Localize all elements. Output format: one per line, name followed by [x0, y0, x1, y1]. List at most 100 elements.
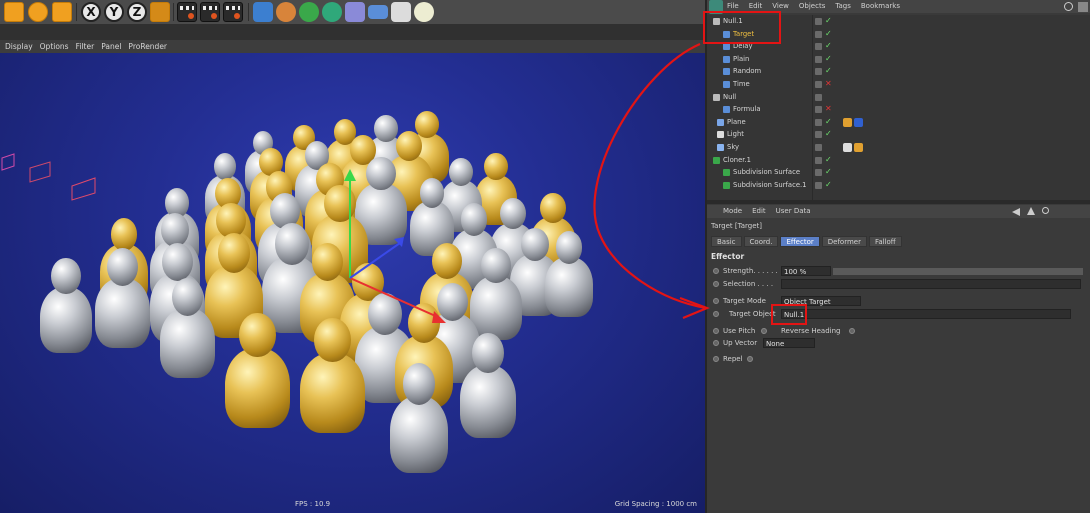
object-row[interactable]: Plane ✓: [707, 116, 1090, 129]
disabled-cross-icon[interactable]: ✕: [825, 78, 832, 91]
enabled-check-icon[interactable]: ✓: [825, 116, 832, 129]
up-vector-dropdown[interactable]: None: [763, 338, 815, 348]
object-name[interactable]: Plain: [733, 53, 749, 66]
enabled-check-icon[interactable]: ✓: [825, 166, 832, 179]
rotate-tool-icon[interactable]: [28, 2, 48, 22]
enabled-check-icon[interactable]: ✓: [825, 179, 832, 192]
enabled-check-icon[interactable]: ✓: [825, 40, 832, 53]
om-menu-bookmarks[interactable]: Bookmarks: [861, 0, 900, 13]
panel-divider[interactable]: [707, 200, 1090, 204]
y-axis-lock-button[interactable]: Y: [104, 2, 124, 22]
tab-effector[interactable]: Effector: [780, 236, 820, 247]
enabled-check-icon[interactable]: ✓: [825, 28, 832, 41]
om-menu-objects[interactable]: Objects: [799, 0, 825, 13]
deformer-icon[interactable]: [345, 2, 365, 22]
material-tag-icon[interactable]: [843, 117, 852, 127]
am-menu-edit[interactable]: Edit: [752, 205, 766, 218]
am-menu-mode[interactable]: Mode: [723, 205, 742, 218]
strength-keyframe-dot[interactable]: [713, 268, 719, 274]
viewport-menu-filter[interactable]: Filter: [76, 40, 95, 53]
light-icon[interactable]: [414, 2, 434, 22]
viewport-menu-options[interactable]: Options: [40, 40, 69, 53]
object-row[interactable]: Plain ✓: [707, 53, 1090, 66]
object-row[interactable]: Subdivision Surface ✓: [707, 166, 1090, 179]
visibility-dots-icon[interactable]: [815, 43, 822, 51]
z-axis-lock-button[interactable]: Z: [127, 2, 147, 22]
object-row[interactable]: Null: [707, 91, 1090, 104]
object-row[interactable]: Light ✓: [707, 128, 1090, 141]
visibility-dots-icon[interactable]: [815, 118, 822, 126]
enabled-check-icon[interactable]: ✓: [825, 154, 832, 167]
pen-spline-icon[interactable]: [276, 2, 296, 22]
visibility-dots-icon[interactable]: [815, 181, 822, 189]
visibility-dots-icon[interactable]: [815, 144, 822, 151]
scale-tool-icon[interactable]: [52, 2, 72, 22]
subdivision-surface-icon[interactable]: [299, 2, 319, 22]
object-name[interactable]: Plane: [727, 116, 746, 129]
render-view-icon[interactable]: [177, 2, 197, 22]
object-name[interactable]: Sky: [727, 141, 739, 154]
tab-basic[interactable]: Basic: [711, 236, 742, 247]
enabled-check-icon[interactable]: ✓: [825, 15, 832, 28]
up-vector-keyframe-dot[interactable]: [713, 340, 719, 346]
search-icon[interactable]: [1064, 2, 1073, 11]
enabled-check-icon[interactable]: ✓: [825, 65, 832, 78]
transform-gizmo[interactable]: [270, 153, 470, 373]
lock-icon[interactable]: [1078, 2, 1088, 12]
selection-field[interactable]: [781, 279, 1081, 289]
tab-coord[interactable]: Coord.: [743, 236, 779, 247]
object-row[interactable]: Formula ✕: [707, 103, 1090, 116]
strength-field[interactable]: 100 %: [781, 266, 831, 276]
visibility-dots-icon[interactable]: [815, 30, 822, 38]
om-menu-tags[interactable]: Tags: [835, 0, 851, 13]
object-name[interactable]: Light: [727, 128, 744, 141]
coordinate-system-icon[interactable]: [150, 2, 170, 22]
viewport-menu-prorender[interactable]: ProRender: [128, 40, 167, 53]
render-settings-icon[interactable]: [223, 2, 243, 22]
visibility-dots-icon[interactable]: [815, 106, 822, 114]
cube-icon[interactable]: [253, 2, 273, 22]
back-arrow-icon[interactable]: [1012, 208, 1020, 216]
visibility-dots-icon[interactable]: [815, 55, 822, 63]
reverse-heading-checkbox[interactable]: [849, 328, 855, 334]
object-name[interactable]: Null: [723, 91, 736, 104]
material-tag-icon[interactable]: [854, 143, 863, 152]
visibility-dots-icon[interactable]: [815, 169, 822, 177]
visibility-dots-icon[interactable]: [815, 156, 822, 164]
visibility-dots-icon[interactable]: [815, 93, 822, 101]
object-name[interactable]: Random: [733, 65, 761, 78]
enabled-check-icon[interactable]: ✓: [825, 128, 832, 141]
target-mode-keyframe-dot[interactable]: [713, 298, 719, 304]
texture-tag-icon[interactable]: [843, 143, 852, 152]
x-axis-lock-button[interactable]: X: [81, 2, 101, 22]
tab-falloff[interactable]: Falloff: [868, 236, 902, 247]
floor-icon[interactable]: [368, 5, 388, 19]
use-pitch-checkbox[interactable]: [761, 328, 767, 334]
move-tool-icon[interactable]: [4, 2, 24, 22]
am-menu-user-data[interactable]: User Data: [776, 205, 811, 218]
object-row[interactable]: Cloner.1 ✓: [707, 154, 1090, 167]
object-name[interactable]: Formula: [733, 103, 760, 116]
material-tag-icon[interactable]: [854, 117, 863, 127]
repel-checkbox[interactable]: [747, 356, 753, 362]
repel-keyframe-dot[interactable]: [713, 356, 719, 362]
up-arrow-icon[interactable]: [1027, 207, 1035, 215]
cloner-icon[interactable]: [322, 2, 342, 22]
am-search-icon[interactable]: [1042, 207, 1049, 214]
object-row[interactable]: Random ✓: [707, 65, 1090, 78]
object-name[interactable]: Subdivision Surface.1: [733, 179, 807, 192]
viewport-menu-display[interactable]: Display: [5, 40, 33, 53]
object-row[interactable]: Subdivision Surface.1 ✓: [707, 179, 1090, 192]
visibility-dots-icon[interactable]: [815, 68, 822, 76]
object-row[interactable]: Sky: [707, 141, 1090, 154]
object-name[interactable]: Subdivision Surface: [733, 166, 800, 179]
target-object-link-field[interactable]: Null.1: [781, 309, 1071, 319]
selection-keyframe-dot[interactable]: [713, 281, 719, 287]
disabled-cross-icon[interactable]: ✕: [825, 103, 832, 116]
render-picture-viewer-icon[interactable]: [200, 2, 220, 22]
strength-slider[interactable]: [833, 268, 1083, 275]
visibility-dots-icon[interactable]: [815, 18, 822, 25]
object-row[interactable]: Time ✕: [707, 78, 1090, 91]
use-pitch-keyframe-dot[interactable]: [713, 328, 719, 334]
enabled-check-icon[interactable]: ✓: [825, 53, 832, 66]
